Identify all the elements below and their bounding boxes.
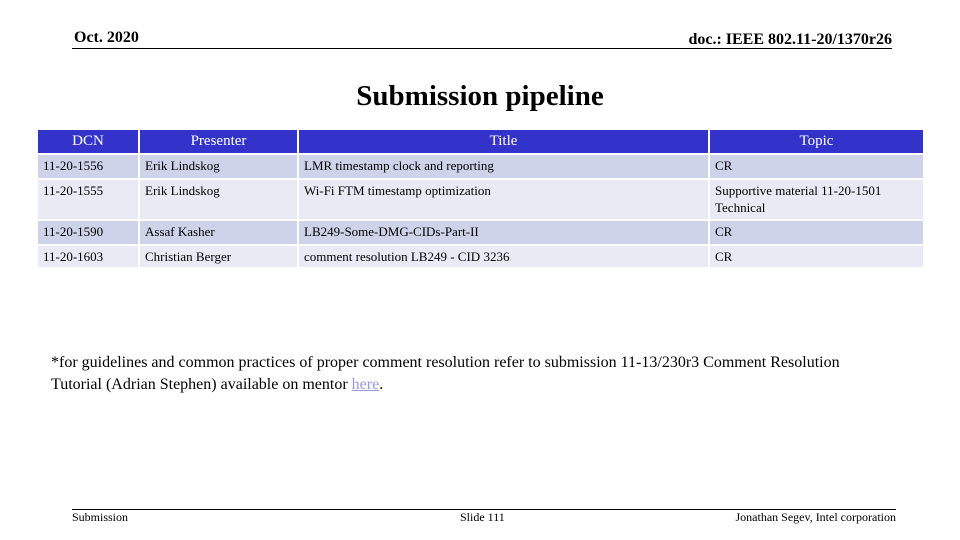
note-text: *for guidelines and common practices of … [51,354,840,393]
cell-dcn: 11-20-1590 [38,221,138,244]
header-divider [72,48,892,49]
note-suffix: . [379,376,384,393]
cell-dcn: 11-20-1603 [38,246,138,267]
cell-dcn: 11-20-1556 [38,155,138,178]
footer-submission: Submission [72,510,129,524]
table-row: 11-20-1555 Erik Lindskog Wi-Fi FTM times… [38,180,923,219]
cell-title: comment resolution LB249 - CID 3236 [299,246,708,267]
cell-topic: Supportive material 11-20-1501 Technical [710,180,923,219]
header-doc-id: doc.: IEEE 802.11-20/1370r26 [688,31,892,48]
table-header-row: DCN Presenter Title Topic [38,130,923,153]
column-header-dcn: DCN [38,130,138,153]
slide-title: Submission pipeline [356,80,604,112]
header-date: Oct. 2020 [74,29,139,46]
submission-table: DCN Presenter Title Topic 11-20-1556 Eri… [36,128,925,269]
cell-topic: CR [710,155,923,178]
cell-topic: CR [710,221,923,244]
cell-presenter: Erik Lindskog [140,155,297,178]
guidelines-note: *for guidelines and common practices of … [51,352,881,396]
mentor-link[interactable]: here [352,376,380,393]
cell-title: LMR timestamp clock and reporting [299,155,708,178]
cell-dcn: 11-20-1555 [38,180,138,219]
column-header-title: Title [299,130,708,153]
footer-slide-number: Slide 111 [460,510,505,524]
cell-title: Wi-Fi FTM timestamp optimization [299,180,708,219]
table-row: 11-20-1556 Erik Lindskog LMR timestamp c… [38,155,923,178]
footer-author: Jonathan Segev, Intel corporation [735,510,896,524]
cell-presenter: Erik Lindskog [140,180,297,219]
column-header-topic: Topic [710,130,923,153]
table-row: 11-20-1603 Christian Berger comment reso… [38,246,923,267]
cell-presenter: Assaf Kasher [140,221,297,244]
cell-topic: CR [710,246,923,267]
cell-presenter: Christian Berger [140,246,297,267]
table-row: 11-20-1590 Assaf Kasher LB249-Some-DMG-C… [38,221,923,244]
column-header-presenter: Presenter [140,130,297,153]
cell-title: LB249-Some-DMG-CIDs-Part-II [299,221,708,244]
